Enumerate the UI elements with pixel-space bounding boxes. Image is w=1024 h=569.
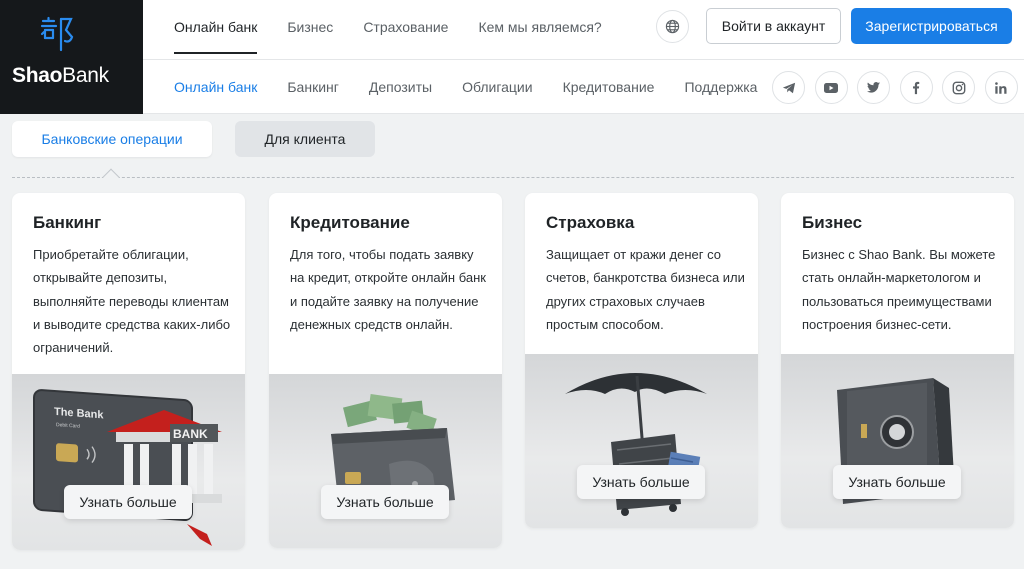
umbrella-illustration: Узнать больше: [525, 354, 758, 528]
globe-icon: [665, 19, 680, 34]
youtube-glyph: [824, 82, 838, 93]
brand-name: ShaoBank: [12, 64, 109, 87]
card-insurance: Страховка Защищает от кражи денег со сче…: [525, 193, 758, 528]
bank-card-image: The Bank Debit Card BANK: [33, 389, 222, 546]
card-description: Защищает от кражи денег со счетов, банкр…: [546, 247, 745, 332]
kanji-logo-icon: [40, 16, 74, 52]
subnav-support[interactable]: Поддержка: [684, 79, 757, 95]
learn-more-button[interactable]: Узнать больше: [577, 465, 705, 499]
card-banking: Банкинг Приобретайте облигации, открывай…: [12, 193, 245, 550]
subnav-banking[interactable]: Банкинг: [287, 79, 339, 95]
linkedin-icon[interactable]: [984, 71, 1018, 104]
linkedin-glyph: [995, 81, 1007, 94]
card-title: Бизнес: [802, 213, 863, 232]
telegram-icon[interactable]: [772, 71, 805, 104]
card-business: Бизнес Бизнес с Shao Bank. Вы можете ста…: [781, 193, 1014, 528]
telegram-glyph: [782, 82, 795, 93]
nav-insurance[interactable]: Страхование: [363, 19, 448, 35]
wallet-image: [331, 394, 455, 510]
bank-building-label: BANK: [173, 427, 208, 441]
subnav-bonds[interactable]: Облигации: [462, 79, 533, 95]
nav-online-bank[interactable]: Онлайн банк: [174, 19, 257, 35]
nav-business[interactable]: Бизнес: [287, 19, 333, 35]
instagram-glyph: [952, 81, 965, 94]
facebook-glyph: [913, 81, 920, 94]
language-button[interactable]: [656, 10, 689, 43]
umbrella-image: [565, 373, 707, 516]
social-links: [772, 71, 1024, 104]
wallet-illustration: Узнать больше: [269, 374, 502, 548]
tab-banking-operations[interactable]: Банковские операции: [12, 121, 212, 157]
subnav-online-bank[interactable]: Онлайн банк: [174, 52, 258, 95]
subnav-lending[interactable]: Кредитование: [563, 79, 655, 95]
twitter-icon[interactable]: [857, 71, 890, 104]
primary-nav: Онлайн банк Бизнес Страхование Кем мы яв…: [174, 0, 632, 53]
login-button[interactable]: Войти в аккаунт: [706, 8, 841, 44]
nav-about[interactable]: Кем мы являемся?: [478, 19, 601, 35]
learn-more-button[interactable]: Узнать больше: [64, 485, 192, 519]
facebook-icon[interactable]: [899, 71, 933, 104]
safe-illustration: Узнать больше: [781, 354, 1014, 528]
brand-logo[interactable]: ShaoBank: [0, 0, 143, 114]
instagram-icon[interactable]: [942, 71, 975, 104]
card-description: Бизнес с Shao Bank. Вы можете стать онла…: [802, 247, 996, 332]
card-lending: Кредитование Для того, чтобы подать заяв…: [269, 193, 502, 548]
card-description: Приобретайте облигации, открывайте депоз…: [33, 247, 231, 356]
secondary-nav: Онлайн банк Банкинг Депозиты Облигации К…: [174, 52, 787, 114]
register-button[interactable]: Зарегистрироваться: [851, 8, 1012, 44]
site-header: ShaoBank Онлайн банк Бизнес Страхование …: [0, 0, 1024, 114]
card-title: Страховка: [546, 213, 635, 232]
card-description: Для того, чтобы подать заявку на кредит,…: [290, 247, 486, 332]
card-title: Кредитование: [290, 213, 410, 232]
tab-for-client[interactable]: Для клиента: [235, 121, 375, 157]
twitter-glyph: [866, 82, 881, 93]
card-title: Банкинг: [33, 213, 102, 232]
learn-more-button[interactable]: Узнать больше: [833, 465, 961, 499]
youtube-icon[interactable]: [814, 71, 848, 104]
bank-card-illustration: The Bank Debit Card BANK Узнать больше: [12, 374, 245, 550]
safe-image: [837, 378, 955, 504]
active-tab-pointer: [102, 168, 120, 186]
subnav-deposits[interactable]: Депозиты: [369, 79, 432, 95]
tabs-divider: [12, 177, 1014, 178]
learn-more-button[interactable]: Узнать больше: [321, 485, 449, 519]
